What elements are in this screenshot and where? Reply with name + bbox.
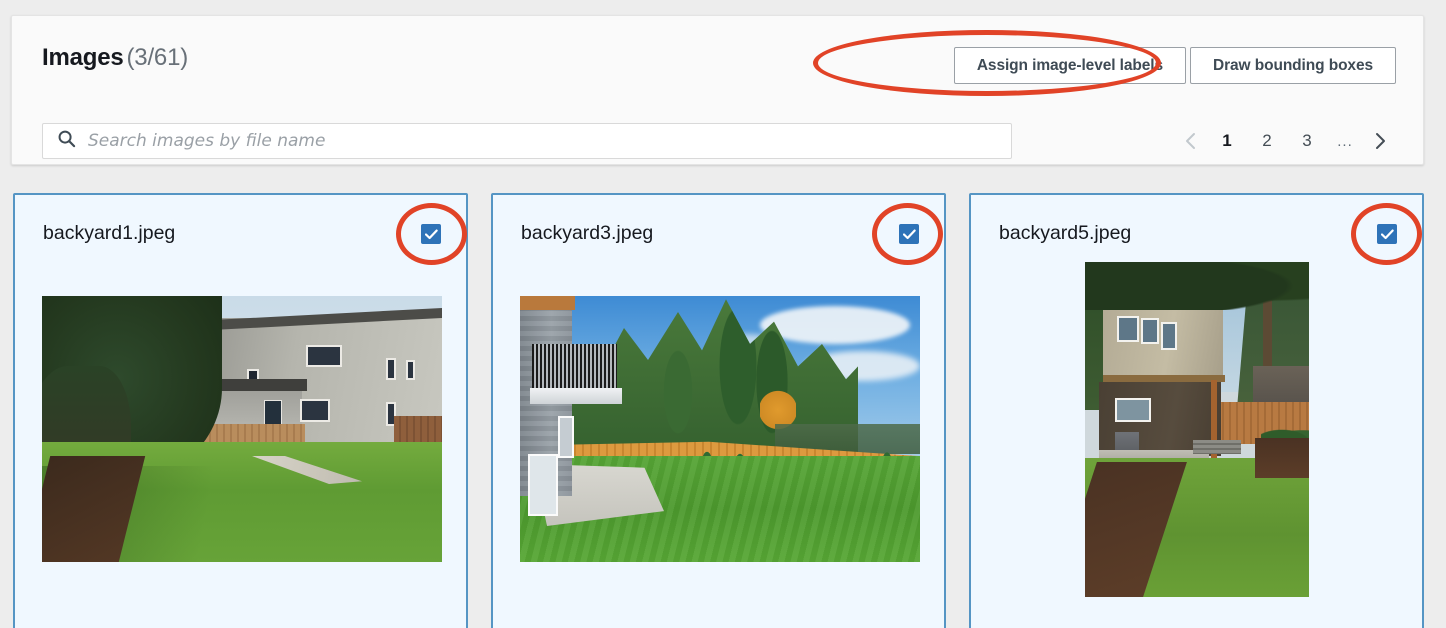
check-icon xyxy=(903,229,916,240)
pagination-ellipsis: ... xyxy=(1334,122,1356,160)
image-file-name: backyard1.jpeg xyxy=(43,222,175,245)
search-icon xyxy=(57,129,76,153)
draw-bounding-boxes-button[interactable]: Draw bounding boxes xyxy=(1190,47,1396,84)
images-header-panel: Images(3/61) Assign image-level labels D… xyxy=(11,15,1424,165)
pagination: 1 2 3 ... xyxy=(1173,122,1397,160)
images-gallery-page: Images(3/61) Assign image-level labels D… xyxy=(0,0,1446,628)
page-title: Images(3/61) xyxy=(42,44,188,72)
image-card-backyard3[interactable]: backyard3.jpeg xyxy=(491,193,946,628)
image-card-backyard1[interactable]: backyard1.jpeg xyxy=(13,193,468,628)
check-icon xyxy=(1381,229,1394,240)
image-select-checkbox[interactable] xyxy=(421,224,441,244)
image-select-checkbox[interactable] xyxy=(1377,224,1397,244)
check-icon xyxy=(425,229,438,240)
pagination-page-3[interactable]: 3 xyxy=(1296,122,1318,160)
image-thumbnail[interactable] xyxy=(1085,262,1309,597)
pagination-prev-chevron-left-icon[interactable] xyxy=(1179,122,1201,160)
image-file-name: backyard5.jpeg xyxy=(999,222,1131,245)
pagination-page-2[interactable]: 2 xyxy=(1256,122,1278,160)
assign-image-level-labels-button[interactable]: Assign image-level labels xyxy=(954,47,1186,84)
image-file-name: backyard3.jpeg xyxy=(521,222,653,245)
image-select-checkbox[interactable] xyxy=(899,224,919,244)
image-count: (3/61) xyxy=(127,44,189,71)
page-title-text: Images xyxy=(42,44,124,71)
labeling-mode-button-group: Assign image-level labels Draw bounding … xyxy=(954,47,1396,84)
image-thumbnail[interactable] xyxy=(520,296,920,562)
image-thumbnail[interactable] xyxy=(42,296,442,562)
search-input[interactable]: Search images by file name xyxy=(42,123,1012,159)
image-card-backyard5[interactable]: backyard5.jpeg xyxy=(969,193,1424,628)
pagination-next-chevron-right-icon[interactable] xyxy=(1369,122,1391,160)
search-placeholder: Search images by file name xyxy=(88,131,325,151)
pagination-page-1[interactable]: 1 xyxy=(1216,122,1238,160)
